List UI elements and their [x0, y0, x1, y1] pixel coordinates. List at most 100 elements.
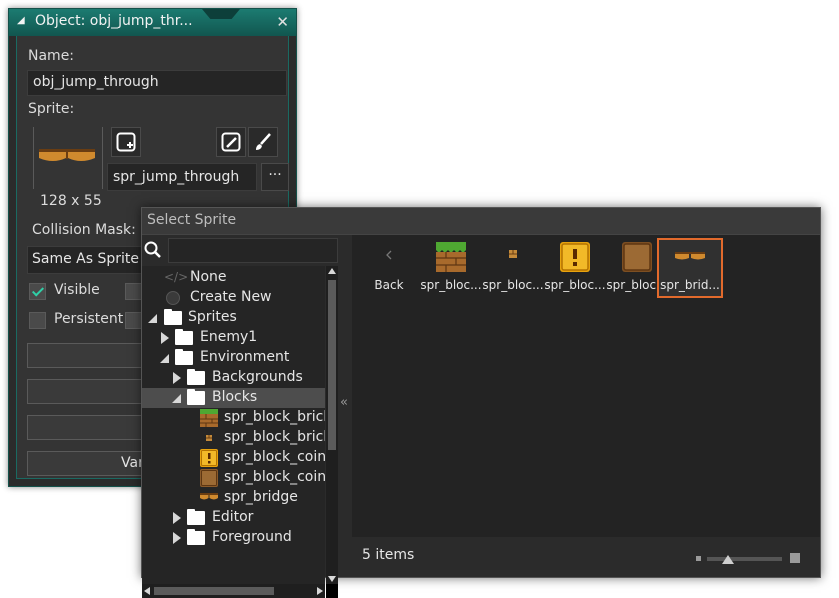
visible-checkbox[interactable] — [29, 283, 46, 300]
scroll-down-icon[interactable] — [328, 576, 336, 582]
tree-item-label: Create New — [190, 289, 272, 305]
tree-item-none[interactable]: </> None — [142, 268, 325, 288]
tree-item-create-new[interactable]: Create New — [142, 288, 325, 308]
new-sprite-button[interactable] — [111, 127, 141, 157]
bridge-sprite-thumbnail — [39, 149, 95, 161]
status-bar: 5 items — [352, 537, 820, 577]
tree-item-label: Backgrounds — [212, 369, 303, 385]
solid-checkbox[interactable] — [125, 283, 142, 300]
sprite-tile-selected[interactable]: spr_brid... — [657, 238, 723, 298]
tree-item-label: Sprites — [188, 309, 237, 325]
select-sprite-dialog: Select Sprite </> None Create New Sprite… — [141, 207, 821, 598]
expanded-arrow-icon[interactable] — [160, 352, 170, 364]
tile-label: spr_brid... — [660, 278, 720, 292]
back-icon — [386, 250, 392, 260]
scroll-left-icon[interactable] — [144, 587, 150, 595]
collapse-pane-icon[interactable]: « — [340, 395, 348, 410]
zoom-small-icon — [696, 556, 701, 561]
tile-label: spr_bloc... — [544, 278, 606, 292]
sprite-preview[interactable] — [33, 127, 103, 189]
folder-icon — [187, 529, 205, 545]
expanded-arrow-icon[interactable] — [172, 392, 182, 404]
tree-sprite-item[interactable]: spr_block_coins — [142, 468, 325, 488]
tile-label: spr_bloc... — [420, 278, 482, 292]
search-input[interactable] — [168, 238, 338, 263]
resource-tree: </> None Create New Sprites Enemy1 Envir… — [142, 266, 325, 584]
sprite-tile[interactable]: spr_bloc... — [419, 238, 483, 298]
edit-sprite-button[interactable] — [216, 127, 246, 157]
tree-folder-blocks[interactable]: Blocks — [142, 388, 325, 408]
search-icon — [144, 241, 161, 258]
tree-item-label: spr_block_brick — [224, 409, 325, 425]
tree-vertical-scrollbar[interactable] — [326, 266, 338, 584]
collapse-icon[interactable]: ◢ — [17, 15, 25, 26]
tree-sprite-item[interactable]: spr_block_brick — [142, 408, 325, 428]
collapsed-arrow-icon[interactable] — [160, 332, 170, 344]
persistent-label: Persistent — [54, 311, 124, 327]
empty-block-icon — [200, 469, 218, 487]
coin-block-thumbnail — [560, 242, 590, 272]
tree-folder-enemy1[interactable]: Enemy1 — [142, 328, 325, 348]
grass-block-icon — [200, 409, 218, 427]
item-count: 5 items — [362, 547, 415, 563]
zoom-slider[interactable] — [696, 553, 800, 565]
tree-folder-sprites[interactable]: Sprites — [142, 308, 325, 328]
edit-image-icon — [221, 132, 241, 152]
folder-icon — [187, 369, 205, 385]
back-tile[interactable]: Back — [357, 238, 421, 298]
folder-icon — [175, 349, 193, 365]
bridge-thumbnail — [675, 252, 705, 260]
coin-block-icon — [200, 449, 218, 467]
name-field[interactable]: obj_jump_through — [27, 70, 287, 96]
collapsed-arrow-icon[interactable] — [172, 372, 182, 384]
folder-icon — [187, 509, 205, 525]
collapsed-arrow-icon[interactable] — [172, 532, 182, 544]
scrollbar-thumb[interactable] — [154, 587, 274, 595]
tree-sprite-item[interactable]: spr_block_coins — [142, 448, 325, 468]
tree-folder-foreground[interactable]: Foreground — [142, 528, 325, 548]
grass-block-thumbnail — [436, 242, 466, 272]
tree-item-label: None — [190, 269, 227, 285]
tree-item-label: Enemy1 — [200, 329, 258, 345]
brush-icon — [256, 133, 271, 150]
tree-item-label: Editor — [212, 509, 254, 525]
sprite-tile[interactable]: spr_bloc... — [543, 238, 607, 298]
sprite-name-field[interactable]: spr_jump_through — [107, 163, 257, 191]
collision-mask-label: Collision Mask: — [32, 222, 136, 238]
small-brick-icon — [206, 435, 212, 441]
zoom-slider-track[interactable] — [707, 557, 782, 561]
object-window-titlebar[interactable]: ◢ Object: obj_jump_thr... ✕ — [9, 9, 296, 36]
folder-icon — [175, 329, 193, 345]
collision-mask-select[interactable]: Same As Sprite — [27, 246, 145, 274]
select-sprite-title: Select Sprite — [147, 212, 237, 228]
tile-label: spr_bloc... — [482, 278, 544, 292]
tree-folder-backgrounds[interactable]: Backgrounds — [142, 368, 325, 388]
scroll-right-icon[interactable] — [317, 587, 323, 595]
persistent-checkbox[interactable] — [29, 312, 46, 329]
tree-sprite-item[interactable]: spr_block_brick — [142, 428, 325, 448]
tree-sprite-item[interactable]: spr_bridge — [142, 488, 325, 508]
resource-tree-pane: </> None Create New Sprites Enemy1 Envir… — [142, 235, 339, 598]
scrollbar-thumb[interactable] — [328, 280, 336, 450]
sprite-tile[interactable]: spr_bloc... — [481, 238, 545, 298]
tree-folder-editor[interactable]: Editor — [142, 508, 325, 528]
small-brick-thumbnail — [509, 250, 517, 258]
collapsed-arrow-icon[interactable] — [172, 512, 182, 524]
select-sprite-titlebar[interactable]: Select Sprite — [142, 208, 820, 235]
zoom-slider-handle[interactable] — [722, 555, 734, 564]
tree-item-label: Blocks — [212, 389, 258, 405]
edit-brush-button[interactable] — [248, 127, 278, 157]
browse-sprite-button[interactable]: ··· — [261, 163, 289, 191]
pane-splitter[interactable]: « — [339, 235, 352, 577]
tree-folder-environment[interactable]: Environment — [142, 348, 325, 368]
create-new-icon — [166, 291, 180, 305]
close-icon[interactable]: ✕ — [276, 13, 289, 31]
uses-physics-checkbox[interactable] — [125, 312, 142, 329]
object-window-title: Object: obj_jump_thr... — [35, 13, 193, 29]
expanded-arrow-icon[interactable] — [148, 312, 158, 324]
scroll-up-icon[interactable] — [328, 268, 336, 274]
tree-item-label: spr_block_coins — [224, 469, 325, 485]
sprite-label: Sprite: — [28, 101, 75, 117]
tree-item-label: spr_block_brick — [224, 429, 325, 445]
sprite-size: 128 x 55 — [40, 193, 102, 209]
